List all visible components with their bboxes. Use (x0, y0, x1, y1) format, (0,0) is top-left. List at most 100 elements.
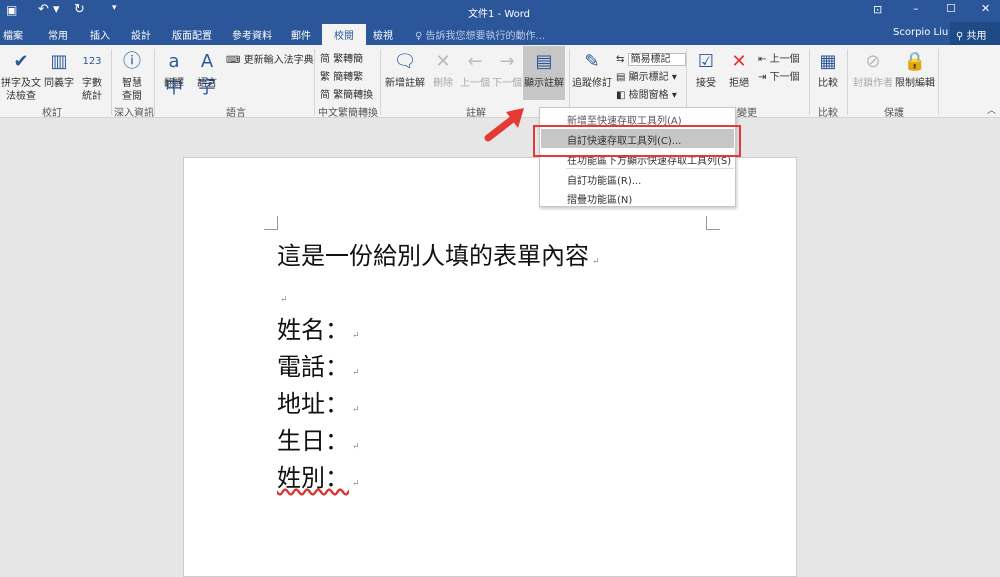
restrict-editing-button[interactable]: 🔒 限制編輯 (894, 49, 936, 90)
document-title: 文件1 - Word (468, 9, 531, 20)
label: 接受 (696, 78, 716, 89)
tab-design[interactable]: 設計 (131, 27, 151, 42)
doc-line: 生日： ↵ (277, 427, 360, 455)
delete-comment-button[interactable]: ✕ 刪除 (430, 49, 456, 90)
label: 檢閱窗格 (628, 90, 669, 101)
label: 同義字 (44, 78, 74, 89)
collapse-ribbon-icon[interactable]: ︿ (987, 103, 996, 116)
label: 限制編輯 (895, 78, 935, 89)
tab-home[interactable]: 常用 (48, 27, 68, 42)
tab-view[interactable]: 檢視 (373, 27, 393, 42)
divider (380, 49, 381, 115)
show-comments-button[interactable]: ▤ 顯示註解 (523, 46, 565, 100)
label: 新增註解 (385, 78, 425, 89)
block-authors-button[interactable]: ⊘ 封鎖作者 (852, 49, 894, 90)
next-change-button[interactable]: ⇥ 下一個 (758, 68, 800, 83)
ribbon-display-icon[interactable]: ⊡ (873, 3, 882, 16)
group-label: 變更 (737, 108, 757, 119)
smart-lookup-button[interactable]: ⓘ 智慧查閱 (118, 49, 146, 103)
tell-me-search[interactable]: ♀ 告訴我您想要執行的動作... (415, 27, 545, 42)
new-comment-icon: 🗨 (393, 51, 417, 72)
label: 翻譯 (164, 78, 184, 89)
label: 更新輸入法字典 (243, 55, 314, 66)
text: 姓別： (277, 464, 349, 492)
label: 顯示標記 (628, 72, 669, 83)
ribbon-tabs: 檔案 常用 插入 設計 版面配置 參考資料 郵件 校閱 檢視 ♀ 告訴我您想要執… (0, 22, 1000, 45)
t2s-button[interactable]: 简 繁轉簡 (320, 50, 363, 65)
show-comments-icon: ▤ (535, 51, 553, 72)
show-markup-button[interactable]: ▤ 顯示標記 ▾ (616, 68, 677, 83)
new-comment-button[interactable]: 🗨 新增註解 (384, 49, 426, 90)
label: 簡易標記 (627, 53, 686, 66)
thesaurus-button[interactable]: ▥ 同義字 (44, 49, 74, 90)
minimize-button[interactable]: – (913, 2, 919, 15)
label: 智慧查閱 (122, 78, 142, 102)
group-label: 語言 (226, 108, 246, 119)
book-icon: ▥ (50, 51, 68, 72)
menu-item-customize-ribbon[interactable]: 自訂功能區(R)... (541, 169, 734, 188)
accept-button[interactable]: ☑ 接受 (692, 49, 720, 90)
update-ime-button[interactable]: ⌨ 更新輸入法字典 (226, 51, 314, 66)
language-icon: A字 (198, 51, 216, 98)
label: 刪除 (433, 78, 453, 89)
label: 繁簡轉換 (333, 90, 374, 101)
customize-qat-icon[interactable]: ▾ (112, 3, 117, 13)
convert-button[interactable]: 简 繁簡轉換 (320, 86, 373, 101)
markup-select[interactable]: ⇆ 簡易標記 (616, 50, 686, 66)
undo-icon[interactable]: ↶ ▾ (38, 2, 60, 17)
label: 字數統計 (82, 78, 102, 102)
group-label: 保護 (884, 108, 904, 119)
text: 生日： (277, 427, 349, 455)
spelling-button[interactable]: ✔ 拼字及文法檢查 (0, 49, 42, 103)
menu-item-collapse-ribbon[interactable]: 摺疊功能區(N) (541, 188, 734, 207)
tab-references[interactable]: 參考資料 (232, 27, 272, 42)
doc-line: 這是一份給別人填的表單內容 ↵ (277, 242, 600, 270)
maximize-button[interactable]: ☐ (946, 2, 956, 15)
lightbulb-icon: ♀ (415, 31, 423, 42)
label: 追蹤修訂 (572, 78, 612, 89)
prev-comment-icon: ← (467, 51, 483, 72)
doc-line: 地址： ↵ (277, 390, 360, 418)
reviewing-pane-button[interactable]: ◧ 檢閱窗格 ▾ (616, 86, 677, 101)
next-comment-icon: → (499, 51, 515, 72)
document-page[interactable]: 這是一份給別人填的表單內容 ↵ ↵ 姓名： ↵ 電話： ↵ 地址： ↵ 生日： ↵ 姓別：… (183, 157, 797, 577)
delete-comment-icon: ✕ (435, 51, 451, 72)
label: 上一個 (769, 54, 800, 65)
prev-change-button[interactable]: ⇤ 上一個 (758, 50, 800, 65)
save-icon[interactable]: ▣ (6, 3, 17, 17)
close-button[interactable]: ✕ (981, 2, 990, 15)
text: 地址： (277, 390, 349, 418)
divider (314, 49, 315, 115)
prev-comment-button[interactable]: ← 上一個 (460, 49, 490, 90)
tab-insert[interactable]: 插入 (90, 27, 110, 42)
group-label: 比較 (818, 108, 838, 119)
reject-button[interactable]: ✕ 拒絕 (725, 49, 753, 90)
redo-icon[interactable]: ↻ (74, 2, 85, 17)
magnifier-icon: ⓘ (123, 51, 141, 72)
abc123-icon: 123 (82, 56, 102, 67)
divider (154, 49, 155, 115)
person-icon: ⚲ (956, 31, 964, 42)
accept-icon: ☑ (697, 51, 715, 72)
tab-layout[interactable]: 版面配置 (172, 27, 212, 42)
tab-file[interactable]: 檔案 (3, 27, 23, 42)
divider (809, 49, 810, 115)
text: 這是一份給別人填的表單內容 (277, 242, 589, 270)
next-comment-button[interactable]: → 下一個 (492, 49, 522, 90)
tab-review[interactable]: 校閱 (322, 24, 366, 45)
group-label: 深入資訊 (114, 108, 154, 119)
tell-me-text: 告訴我您想要執行的動作... (425, 31, 546, 42)
compare-button[interactable]: ▦ 比較 (814, 49, 842, 90)
wordcount-button[interactable]: 123 字數統計 (78, 49, 106, 103)
group-label: 中文繁簡轉換 (318, 108, 378, 119)
share-button[interactable]: ⚲ 共用 (950, 22, 1000, 45)
s2t-button[interactable]: 繁 簡轉繁 (320, 68, 363, 83)
track-changes-button[interactable]: ✎ 追蹤修訂 (572, 49, 612, 90)
margin-corner (706, 216, 720, 230)
tab-mailings[interactable]: 郵件 (291, 27, 311, 42)
user-name[interactable]: Scorpio Liu (893, 27, 948, 38)
label: 下一個 (492, 78, 522, 89)
language-button[interactable]: A字 語言 (192, 49, 222, 98)
translate-button[interactable]: a中 翻譯 (160, 49, 188, 98)
group-label: 校訂 (42, 108, 62, 119)
